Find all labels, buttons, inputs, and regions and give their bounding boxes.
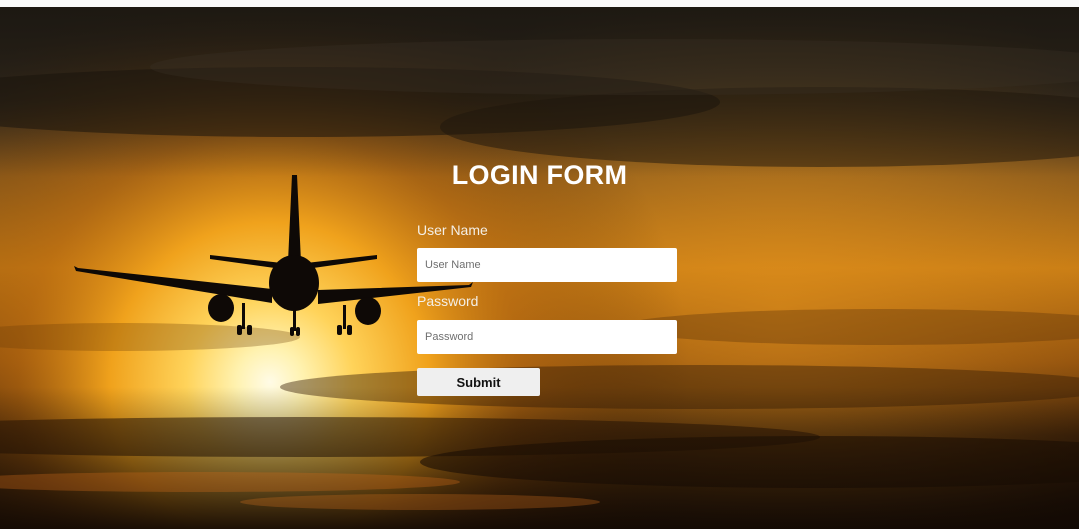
login-title: LOGIN FORM [451, 160, 628, 190]
username-input[interactable] [417, 248, 677, 282]
password-label: Password [417, 293, 479, 309]
password-input[interactable] [417, 320, 677, 354]
username-label: User Name [417, 222, 488, 238]
submit-button[interactable]: Submit [417, 368, 540, 396]
login-page: LOGIN FORM User Name Password Submit [0, 0, 1079, 529]
top-strip [0, 0, 1079, 7]
